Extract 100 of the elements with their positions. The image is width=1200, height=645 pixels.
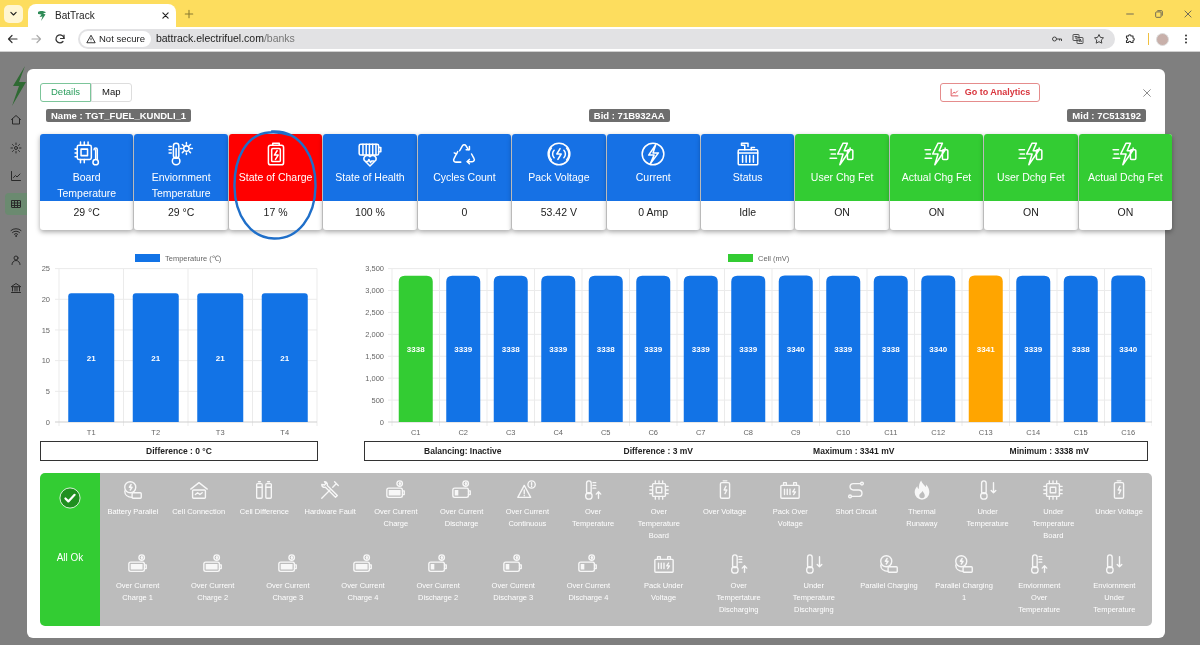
card-label: Board Temperature xyxy=(56,170,118,201)
bank-icon xyxy=(10,282,22,294)
status-label: All Ok xyxy=(56,552,84,564)
bar-value-label: 3338 xyxy=(881,344,900,354)
forward-arrow-icon[interactable] xyxy=(30,33,42,45)
battery-low-icon xyxy=(577,552,600,575)
bar-value-label: 3341 xyxy=(976,344,995,354)
tab[interactable]: Map xyxy=(91,83,132,102)
bolt-speed-icon xyxy=(829,141,856,167)
warning-icon xyxy=(86,34,96,44)
table-icon xyxy=(10,198,22,210)
bar-value-label: 21 xyxy=(86,353,96,363)
info-badge: Bid : 71B932AA xyxy=(588,109,670,122)
bolt-logo-icon xyxy=(36,9,48,22)
summary-text: Balancing: Inactive xyxy=(423,444,503,458)
battery-full-icon xyxy=(352,552,374,575)
card-label: User Chg Fet xyxy=(809,170,875,185)
bar-value-label: 3340 xyxy=(1119,344,1138,354)
key-icon[interactable] xyxy=(1051,33,1063,45)
line-chart-icon xyxy=(949,88,959,97)
chip-icon xyxy=(647,479,670,501)
battery-full-icon xyxy=(201,552,224,575)
warning-triangle-icon xyxy=(516,479,539,501)
card-value: ON xyxy=(927,204,946,220)
summary-text: Minimum : 3338 mV xyxy=(1008,444,1090,458)
bar-value-label: 3339 xyxy=(644,344,663,354)
card-label: User Dchg Fet xyxy=(996,170,1066,185)
box-roof-icon xyxy=(187,479,210,501)
bar-value-label: 3340 xyxy=(786,344,805,354)
card-value: 17 % xyxy=(262,204,289,220)
sidebar-item[interactable] xyxy=(5,193,27,215)
info-badge: Mid : 7C513192 xyxy=(1067,109,1146,122)
bolt-speed-icon xyxy=(1112,141,1139,167)
bolt-circle-battery-icon xyxy=(121,479,144,501)
card-label: Actual Dchg Fet xyxy=(1087,170,1164,185)
card-label: Pack Voltage xyxy=(527,170,591,185)
card-value: ON xyxy=(833,204,851,220)
url-text[interactable]: battrack.electrifuel.com/banks xyxy=(155,31,295,47)
card-label: Cycles Count xyxy=(432,170,497,185)
bar-value-label: 3339 xyxy=(454,344,473,354)
bar-value-label: 21 xyxy=(215,353,225,363)
wifi-icon xyxy=(10,226,22,238)
battery-low-icon xyxy=(502,552,525,575)
difference-summary: Difference : 0 °C xyxy=(40,441,318,461)
card-value: 0 xyxy=(460,204,469,220)
chip-thermometer-icon xyxy=(73,141,100,167)
card-value: 100 % xyxy=(354,204,386,220)
bolt-waves-icon xyxy=(545,141,572,167)
bar-value-label: 3338 xyxy=(596,344,615,354)
card-value: 29 °C xyxy=(166,204,196,220)
tab-search-button[interactable] xyxy=(4,4,23,23)
back-arrow-icon[interactable] xyxy=(7,33,19,45)
bar-value-label: 3339 xyxy=(739,344,758,354)
bar-value-label: 21 xyxy=(280,353,290,363)
restore-icon[interactable] xyxy=(1154,8,1164,19)
info-badge: Name : TGT_FUEL_KUNDLI_1 xyxy=(46,109,192,122)
battery-pack-icon xyxy=(779,479,802,501)
battery-low-icon xyxy=(450,479,473,501)
check-circle-icon xyxy=(59,487,81,509)
bolt-circle-battery-icon xyxy=(877,552,900,575)
bar-value-label: 3338 xyxy=(501,344,520,354)
bolt-circle-icon xyxy=(640,141,667,167)
bar-value-label: 3339 xyxy=(691,344,710,354)
home-icon xyxy=(10,114,22,126)
avatar-icon[interactable] xyxy=(1156,32,1169,46)
card-value: 53.42 V xyxy=(539,204,578,220)
wrench-screwdriver-icon xyxy=(319,479,342,501)
line-chart-icon xyxy=(10,170,22,182)
bar-value-label: 3339 xyxy=(834,344,853,354)
card-label: Status xyxy=(731,170,764,185)
address-bar[interactable]: Not secure battrack.electrifuel.com/banks xyxy=(78,29,1115,49)
battery-full-icon xyxy=(276,552,299,575)
bar-value-label: 3338 xyxy=(406,344,425,354)
bolt-speed-icon xyxy=(1017,141,1044,167)
battery-pack-icon xyxy=(734,141,761,167)
puzzle-icon[interactable] xyxy=(1124,33,1136,45)
card-value: 29 °C xyxy=(72,204,101,220)
tab[interactable]: Details xyxy=(40,83,92,102)
card-value: 0 Amp xyxy=(637,204,670,220)
thermometer-sun-icon xyxy=(168,141,195,167)
battery-full-icon xyxy=(384,479,407,501)
bar-value-label: 3339 xyxy=(549,344,568,354)
bar-value-label: 3338 xyxy=(1071,344,1090,354)
star-icon[interactable] xyxy=(1093,33,1105,45)
analytics-button[interactable]: Go to Analytics xyxy=(940,83,1040,102)
summary-text: Maximum : 3341 mV xyxy=(812,444,896,458)
close-icon[interactable] xyxy=(161,11,170,20)
reload-icon[interactable] xyxy=(54,33,66,45)
settings-icon xyxy=(10,142,22,154)
summary-text: Difference : 3 mV xyxy=(622,444,694,458)
chevron-down-icon xyxy=(9,9,18,18)
card-label: State of Health xyxy=(334,170,406,185)
plus-icon[interactable] xyxy=(184,8,194,19)
browser-tab[interactable]: BatTrack xyxy=(28,4,176,27)
bar-value-label: 3340 xyxy=(929,344,948,354)
security-chip[interactable]: Not secure xyxy=(80,31,151,47)
card-label: Current xyxy=(634,170,672,185)
battery-low-icon xyxy=(427,552,450,575)
translate-icon[interactable] xyxy=(1072,33,1084,45)
card-label: State of Charge xyxy=(237,170,314,185)
